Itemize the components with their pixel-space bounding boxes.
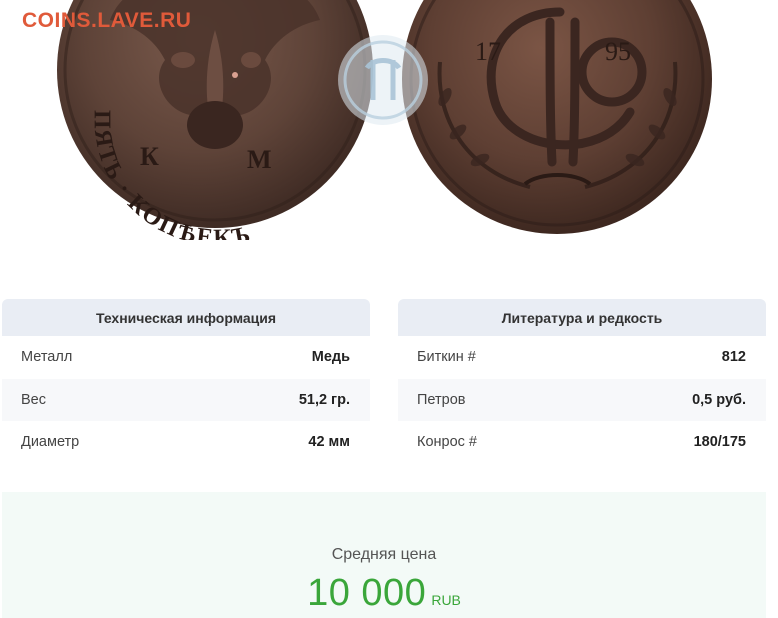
tech-row-label: Металл	[21, 349, 73, 366]
tech-row-label: Диаметр	[21, 434, 80, 451]
coin-reverse-image: 17 95	[402, 0, 712, 234]
lit-row-konros: Конрос # 180/175	[398, 421, 766, 464]
lit-row-value: 812	[721, 349, 746, 366]
tech-info-title: Техническая информация	[2, 299, 370, 336]
literature-title: Литература и редкость	[398, 299, 766, 336]
tech-row-metal: Металл Медь	[2, 336, 370, 379]
coin-year-right: 95	[605, 37, 631, 66]
site-watermark: COINS.LAVE.RU	[22, 9, 192, 32]
tech-row-value: 42 мм	[308, 434, 350, 451]
mint-letter-m: М	[247, 145, 272, 174]
lit-row-value: 180/175	[693, 434, 746, 451]
site-logo-icon	[338, 35, 428, 125]
lit-row-bitkin: Биткин # 812	[398, 336, 766, 379]
literature-panel: Литература и редкость Биткин # 812 Петро…	[398, 299, 766, 464]
lit-row-label: Биткин #	[417, 349, 476, 366]
price-currency: RUB	[431, 592, 461, 608]
average-price-value: 10 000	[307, 572, 427, 614]
tech-row-value: Медь	[311, 349, 350, 366]
lit-row-petrov: Петров 0,5 руб.	[398, 378, 766, 421]
tech-row-label: Вес	[21, 391, 46, 408]
tech-info-panel: Техническая информация Металл Медь Вес 5…	[2, 299, 370, 464]
tech-row-weight: Вес 51,2 гр.	[2, 378, 370, 421]
coin-obverse-image: К М ПЯТЬ · КОПѢЕКЪ	[57, 0, 373, 240]
lit-row-label: Конрос #	[417, 434, 477, 451]
coin-image-area: К М ПЯТЬ · КОПѢЕКЪ 17 95	[0, 0, 778, 250]
coin-year-left: 17	[475, 37, 501, 66]
mint-letter-k: К	[140, 142, 159, 171]
lit-row-value: 0,5 руб.	[692, 391, 746, 408]
average-price-line: 10 000 RUB	[2, 572, 766, 615]
tech-row-diameter: Диаметр 42 мм	[2, 421, 370, 464]
tech-row-value: 51,2 гр.	[298, 391, 350, 408]
lit-row-label: Петров	[417, 391, 466, 408]
average-price-box: Средняя цена 10 000 RUB	[2, 492, 766, 618]
average-price-label: Средняя цена	[331, 546, 437, 563]
